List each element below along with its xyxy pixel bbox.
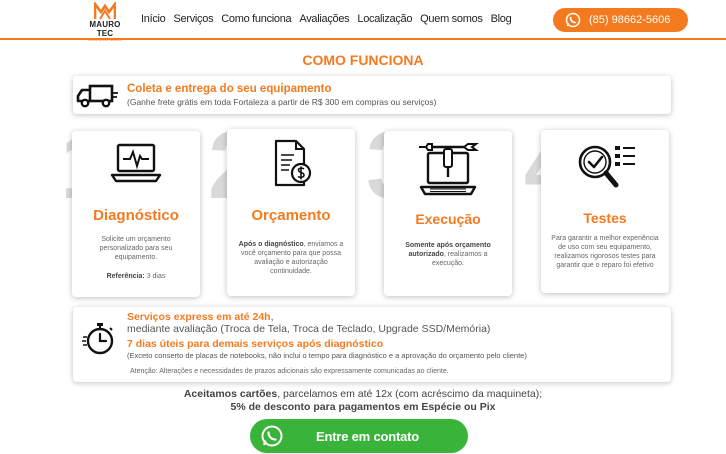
phone-number: (85) 98662-5606 xyxy=(589,14,671,26)
logo-subtitle: ASSISTÊNCIA TÉCNICA xyxy=(88,38,122,42)
payment-line2: 5% de desconto para pagamentos em Espéci… xyxy=(230,401,496,413)
delivery-subtitle: (Ganhe frete grátis em toda Fortaleza a … xyxy=(127,97,437,107)
step-card-diagnostico: Diagnóstico Solicite um orçamento person… xyxy=(72,131,200,297)
laptop-pulse-icon xyxy=(110,143,162,183)
step-card-orcamento: Orçamento Após o diagnóstico, enviamos a… xyxy=(227,129,355,296)
contact-cta-label: Entre em contato xyxy=(316,428,419,444)
step-title: Testes xyxy=(583,210,627,226)
logo[interactable]: MAURO TEC ASSISTÊNCIA TÉCNICA xyxy=(80,2,130,42)
nav-avaliacoes[interactable]: Avaliações xyxy=(299,13,349,25)
nav-inicio[interactable]: Início xyxy=(141,13,166,25)
nav-localizacao[interactable]: Localização xyxy=(357,13,412,25)
site-header: MAURO TEC ASSISTÊNCIA TÉCNICA Início Ser… xyxy=(0,0,726,42)
step-card-testes: Testes Para garantir a melhor experiênci… xyxy=(541,130,669,293)
whatsapp-icon xyxy=(261,425,283,447)
main-nav: Início Serviços Como funciona Avaliações… xyxy=(141,13,519,25)
whatsapp-phone-button[interactable]: (85) 98662-5606 xyxy=(553,8,688,32)
logo-m-icon xyxy=(94,2,116,20)
express-line1: Serviços express em até 24h, xyxy=(127,311,274,323)
step-desc: Solicite um orçamento personalizado para… xyxy=(99,236,173,261)
nav-blog[interactable]: Blog xyxy=(491,13,512,25)
step-title: Orçamento xyxy=(251,207,331,224)
express-line2: mediante avaliação (Troca de Tela, Troca… xyxy=(127,323,491,335)
payment-info: Aceitamos cartões, parcelamos em até 12x… xyxy=(0,388,726,414)
step-card-execucao: Execução Somente após orçamento autoriza… xyxy=(384,131,512,296)
payment-line1: Aceitamos cartões, parcelamos em até 12x… xyxy=(183,388,543,400)
section-title: COMO FUNCIONA xyxy=(302,52,424,68)
step-desc: Para garantir a melhor experiência de us… xyxy=(551,235,659,269)
nav-servicos[interactable]: Serviços xyxy=(174,13,214,25)
laptop-tools-icon xyxy=(419,143,479,196)
step-desc: Após o diagnóstico, enviamos a você orça… xyxy=(238,241,344,275)
express-line3: 7 dias úteis para demais serviços após d… xyxy=(127,338,384,350)
logo-brand: MAURO TEC xyxy=(89,20,121,38)
step-desc: Somente após orçamento autorizado, reali… xyxy=(405,242,491,267)
delivery-card: Coleta e entrega do seu equipamento (Gan… xyxy=(73,76,671,114)
delivery-title: Coleta e entrega do seu equipamento xyxy=(127,83,332,95)
step-title: Diagnóstico xyxy=(93,207,179,224)
invoice-dollar-icon xyxy=(274,139,312,187)
express-note: Atenção: Alterações e necessidades de pr… xyxy=(130,368,449,375)
whatsapp-icon xyxy=(565,12,581,28)
nav-como-funciona[interactable]: Como funciona xyxy=(221,13,291,25)
stopwatch-icon xyxy=(82,323,114,355)
contact-cta-button[interactable]: Entre em contato xyxy=(250,419,468,453)
magnifier-check-icon xyxy=(578,145,635,188)
truck-icon xyxy=(76,84,118,108)
step-extra: Referência: 3 dias xyxy=(106,273,166,280)
nav-quem-somos[interactable]: Quem somos xyxy=(420,13,483,25)
express-line4: (Exceto conserto de placas de notebooks,… xyxy=(127,351,527,360)
step-title: Execução xyxy=(415,211,481,227)
express-card: Serviços express em até 24h, mediante av… xyxy=(73,307,671,382)
